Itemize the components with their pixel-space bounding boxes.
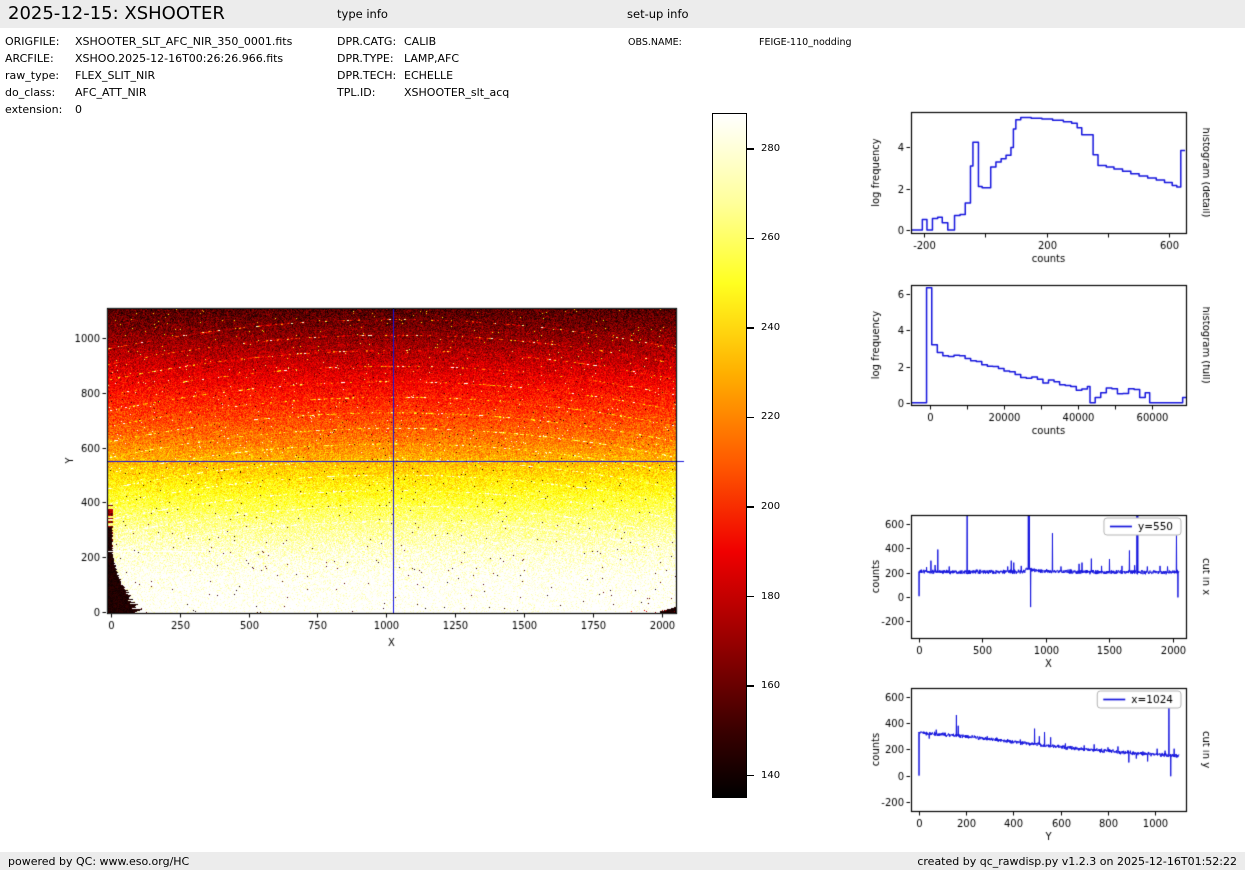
field-value: FEIGE-110_nodding xyxy=(759,37,852,48)
field-label: ARCFILE: xyxy=(5,52,54,65)
field-value: 0 xyxy=(75,103,82,116)
colorbar-tickmark xyxy=(747,595,754,598)
field-label: raw_type: xyxy=(5,69,60,82)
colorbar-tick-label: 200 xyxy=(761,500,781,512)
field-value: AFC_ATT_NIR xyxy=(75,86,147,99)
field-value: XSHOOTER_SLT_AFC_NIR_350_0001.fits xyxy=(75,35,293,48)
colorbar-tickmark xyxy=(747,327,754,329)
colorbar-tick-label: 240 xyxy=(761,321,781,333)
field-label: extension: xyxy=(5,103,63,116)
field-value: LAMP,AFC xyxy=(404,52,460,65)
header-bar: 2025-12-15: XSHOOTER type info set-up in… xyxy=(0,0,1245,28)
type-info-block: DPR.CATG: CALIB DPR.TYPE: LAMP,AFC DPR.TEC… xyxy=(337,33,509,101)
file-info-block: ORIGFILE: XSHOOTER_SLT_AFC_NIR_350_0001.f… xyxy=(5,33,292,118)
colorbar-tickmark xyxy=(747,774,754,777)
type-info-row: DPR.TECH: ECHELLE xyxy=(337,67,509,84)
colorbar-tick-label: 140 xyxy=(761,769,781,781)
histogram-full-plot xyxy=(866,271,1210,461)
colorbar-tickmark xyxy=(747,685,754,687)
field-value: XSHOO.2025-12-16T00:26:26.966.fits xyxy=(75,52,284,65)
histogram-detail-plot xyxy=(866,98,1210,288)
field-label: DPR.TECH: xyxy=(337,69,397,82)
cut-in-y-plot xyxy=(866,674,1210,864)
type-info-row: DPR.CATG: CALIB xyxy=(337,33,509,50)
field-label: OBS.NAME: xyxy=(628,37,682,48)
colorbar-tickmark xyxy=(747,237,754,240)
qc-report-page: 2025-12-15: XSHOOTER type info set-up in… xyxy=(0,0,1245,870)
file-info-row: extension: 0 xyxy=(5,101,292,118)
colorbar: 280 260 240 220 200 180 160 140 xyxy=(712,113,780,798)
colorbar-tick-label: 280 xyxy=(761,142,781,154)
file-info-row: raw_type: FLEX_SLIT_NIR xyxy=(5,67,292,84)
file-info-row: ORIGFILE: XSHOOTER_SLT_AFC_NIR_350_0001.f… xyxy=(5,33,292,50)
page-title: 2025-12-15: XSHOOTER xyxy=(8,3,225,24)
type-info-row: TPL.ID: XSHOOTER_slt_acq xyxy=(337,84,509,101)
field-label: do_class: xyxy=(5,86,56,99)
colorbar-tick-label: 160 xyxy=(761,680,781,692)
section-type-info: type info xyxy=(337,7,388,21)
colorbar-tick-label: 260 xyxy=(761,232,781,244)
colorbar-tick-label: 180 xyxy=(761,590,781,602)
field-label: ORIGFILE: xyxy=(5,35,60,48)
field-value: FLEX_SLIT_NIR xyxy=(75,69,156,82)
colorbar-gradient xyxy=(712,113,747,798)
cut-in-x-plot xyxy=(866,501,1210,691)
colorbar-tickmark xyxy=(747,148,754,150)
file-info-row: do_class: AFC_ATT_NIR xyxy=(5,84,292,101)
field-label: DPR.CATG: xyxy=(337,35,397,48)
colorbar-tick-label: 220 xyxy=(761,411,781,423)
colorbar-tickmark xyxy=(747,416,754,419)
field-value: XSHOOTER_slt_acq xyxy=(404,86,510,99)
field-value: CALIB xyxy=(404,35,437,48)
setup-info-row: OBS.NAME: FEIGE-110_nodding xyxy=(628,34,852,51)
type-info-row: DPR.TYPE: LAMP,AFC xyxy=(337,50,509,67)
file-info-row: ARCFILE: XSHOO.2025-12-16T00:26:26.966.fi… xyxy=(5,50,292,67)
field-label: TPL.ID: xyxy=(337,86,376,99)
colorbar-tickmark xyxy=(747,506,754,508)
field-label: DPR.TYPE: xyxy=(337,52,394,65)
section-setup-info: set-up info xyxy=(627,7,689,21)
footer-left-text: powered by QC: www.eso.org/HC xyxy=(8,854,190,868)
detector-image-axes xyxy=(55,293,705,648)
field-value: ECHELLE xyxy=(404,69,454,82)
setup-info-block: OBS.NAME: FEIGE-110_nodding xyxy=(628,34,852,51)
